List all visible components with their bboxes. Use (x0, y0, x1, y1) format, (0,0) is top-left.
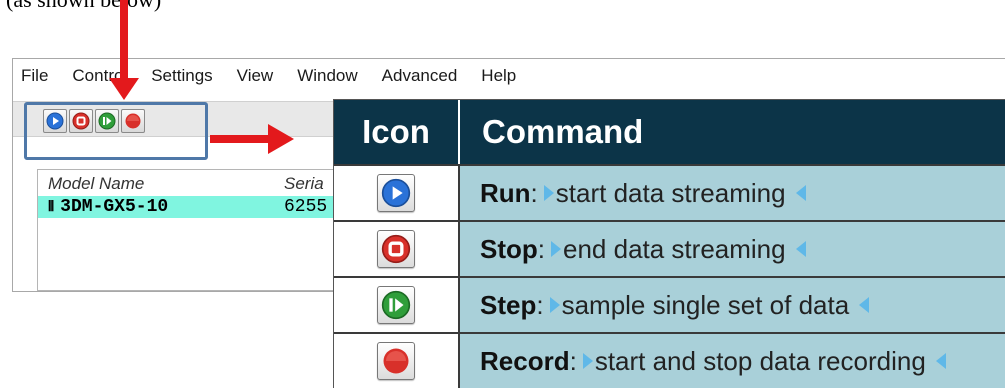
command-separator: : (530, 177, 538, 208)
command-separator: : (536, 289, 544, 320)
marker-left-icon (543, 185, 554, 201)
arrow-down-shaft (120, 0, 128, 80)
row-command-cell: Stop: end data streaming (460, 222, 1005, 276)
record-icon (383, 348, 409, 374)
step-icon (381, 290, 411, 320)
marker-left-icon (582, 353, 593, 369)
menu-view[interactable]: View (237, 66, 274, 86)
arrow-right-shaft (210, 135, 270, 143)
device-model-cell: ⦀ 3DM-GX5-10 (48, 197, 168, 217)
device-row[interactable]: ⦀ 3DM-GX5-10 6255 (38, 196, 344, 218)
command-name: Step (480, 289, 537, 320)
menu-window[interactable]: Window (297, 66, 357, 86)
device-model-name: 3DM-GX5-10 (60, 197, 169, 217)
menu-bar: File Control Settings View Window Advanc… (13, 59, 1005, 93)
marker-left-icon (551, 241, 561, 257)
command-row-run: Run: start data streaming (334, 164, 1005, 220)
marker-right-icon (795, 185, 806, 201)
marker-left-icon (549, 297, 560, 313)
column-header-model-name[interactable]: Model Name (48, 174, 144, 194)
command-description: end data streaming (563, 233, 786, 264)
command-name: Record (480, 345, 570, 376)
column-header-serial[interactable]: Seria (284, 174, 324, 194)
menu-help[interactable]: Help (481, 66, 516, 86)
stop-button-image (377, 230, 415, 268)
header-command-label: Command (482, 113, 644, 150)
command-description: sample single set of data (561, 289, 850, 320)
stop-icon (381, 234, 411, 264)
command-separator: : (569, 345, 577, 376)
run-button-image (377, 174, 415, 212)
row-command-cell: Step: sample single set of data (460, 278, 1005, 332)
command-separator: : (537, 233, 545, 264)
device-icon: ⦀ (48, 200, 55, 216)
caption-text: (as shown below) (6, 0, 161, 13)
device-list: Model Name Seria ⦀ 3DM-GX5-10 6255 (37, 169, 345, 291)
toolbar-highlight-box (24, 102, 208, 160)
menu-settings[interactable]: Settings (151, 66, 212, 86)
marker-right-icon (859, 297, 870, 313)
marker-right-icon (935, 353, 946, 369)
record-button-image (377, 342, 415, 380)
command-name: Run (480, 177, 531, 208)
row-icon-cell (334, 166, 460, 220)
command-row-step: Step: sample single set of data (334, 276, 1005, 332)
header-icon-label: Icon (334, 100, 460, 164)
row-icon-cell (334, 334, 460, 388)
row-command-cell: Run: start data streaming (460, 166, 1005, 220)
step-button-image (377, 286, 415, 324)
device-serial: 6255 (284, 197, 328, 217)
command-table: Icon Command Run: start data streaming S… (333, 99, 1005, 388)
command-description: start and stop data recording (594, 345, 926, 376)
menu-advanced[interactable]: Advanced (382, 66, 458, 86)
arrow-right-head (268, 124, 294, 154)
row-icon-cell (334, 222, 460, 276)
arrow-down-head (109, 78, 139, 100)
menu-file[interactable]: File (21, 66, 48, 86)
row-icon-cell (334, 278, 460, 332)
command-table-header: Icon Command (334, 100, 1005, 164)
command-row-record: Record: start and stop data recording (334, 332, 1005, 388)
command-description: start data streaming (555, 177, 786, 208)
command-row-stop: Stop: end data streaming (334, 220, 1005, 276)
marker-right-icon (795, 241, 806, 257)
row-command-cell: Record: start and stop data recording (460, 334, 1005, 388)
command-name: Stop (480, 233, 538, 264)
play-icon (381, 178, 411, 208)
